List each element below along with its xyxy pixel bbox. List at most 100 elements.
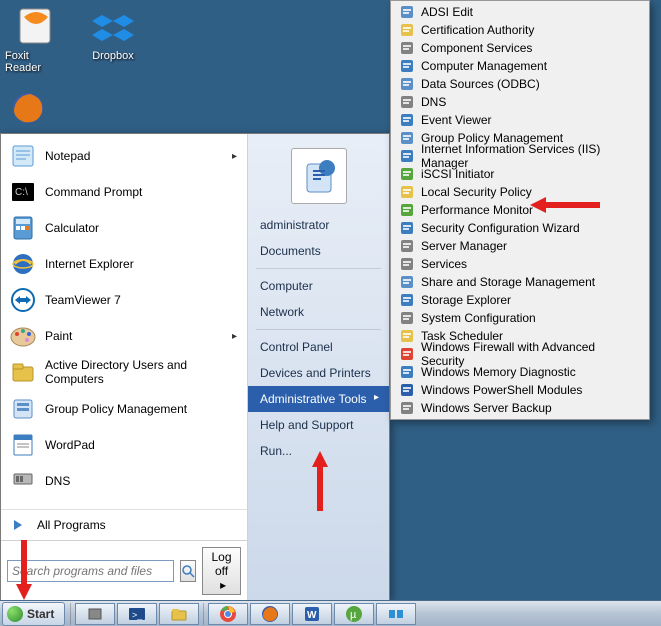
tool-icon bbox=[399, 130, 415, 146]
submenu-label: Windows Memory Diagnostic bbox=[421, 365, 576, 379]
program-label: WordPad bbox=[45, 438, 95, 452]
program-teamviewer[interactable]: TeamViewer 7 bbox=[3, 282, 245, 318]
submenu-item[interactable]: Data Sources (ODBC) bbox=[393, 75, 647, 93]
taskbar-item-utorrent[interactable]: µ bbox=[334, 603, 374, 625]
submenu-label: Computer Management bbox=[421, 59, 547, 73]
program-label: Calculator bbox=[45, 221, 99, 235]
search-icon bbox=[181, 564, 195, 578]
start-button[interactable]: Start bbox=[2, 602, 65, 626]
taskbar-item-chrome[interactable] bbox=[208, 603, 248, 625]
tool-icon bbox=[399, 4, 415, 20]
submenu-item[interactable]: DNS bbox=[393, 93, 647, 111]
right-item-network[interactable]: Network bbox=[248, 299, 389, 325]
dns-icon bbox=[9, 467, 37, 495]
submenu-item[interactable]: Share and Storage Management bbox=[393, 273, 647, 291]
submenu-item[interactable]: Internet Information Services (IIS) Mana… bbox=[393, 147, 647, 165]
submenu-item[interactable]: Storage Explorer bbox=[393, 291, 647, 309]
taskbar-item-explorer[interactable] bbox=[159, 603, 199, 625]
submenu-label: Windows Server Backup bbox=[421, 401, 552, 415]
right-item-documents[interactable]: Documents bbox=[248, 238, 389, 264]
submenu-item[interactable]: Local Security Policy bbox=[393, 183, 647, 201]
avatar-wrap bbox=[248, 134, 389, 212]
program-aduc[interactable]: Active Directory Users and Computers bbox=[3, 354, 245, 391]
program-label: DNS bbox=[45, 474, 70, 488]
separator bbox=[256, 268, 381, 269]
program-paint[interactable]: Paint ▸ bbox=[3, 318, 245, 354]
submenu-label: DNS bbox=[421, 95, 446, 109]
wordpad-icon bbox=[9, 431, 37, 459]
all-programs[interactable]: All Programs bbox=[1, 509, 247, 540]
submenu-item[interactable]: ADSI Edit bbox=[393, 3, 647, 21]
submenu-item[interactable]: Server Manager bbox=[393, 237, 647, 255]
submenu-item[interactable]: Windows Firewall with Advanced Security bbox=[393, 345, 647, 363]
right-item-computer[interactable]: Computer bbox=[248, 273, 389, 299]
taskbar-separator bbox=[203, 603, 204, 625]
tool-icon bbox=[399, 292, 415, 308]
tool-icon bbox=[399, 40, 415, 56]
word-icon: W bbox=[303, 605, 321, 623]
cmd-icon: C:\ bbox=[9, 178, 37, 206]
submenu-item[interactable]: Windows Server Backup bbox=[393, 399, 647, 417]
svg-text:>_: >_ bbox=[132, 610, 143, 620]
taskbar-item-server-manager[interactable] bbox=[75, 603, 115, 625]
program-dns[interactable]: DNS bbox=[3, 463, 245, 499]
tool-icon bbox=[399, 202, 415, 218]
right-item-help[interactable]: Help and Support bbox=[248, 412, 389, 438]
logoff-button[interactable]: Log off ▸ bbox=[202, 547, 241, 595]
submenu-label: Internet Information Services (IIS) Mana… bbox=[421, 142, 641, 170]
program-label: TeamViewer 7 bbox=[45, 293, 121, 307]
right-item-devices[interactable]: Devices and Printers bbox=[248, 360, 389, 386]
tool-icon bbox=[399, 76, 415, 92]
submenu-label: Server Manager bbox=[421, 239, 507, 253]
start-menu-left: Notepad ▸ C:\ Command Prompt Calculator … bbox=[1, 134, 248, 600]
start-label: Start bbox=[27, 607, 54, 621]
submenu-item[interactable]: Event Viewer bbox=[393, 111, 647, 129]
tool-icon bbox=[399, 310, 415, 326]
teamviewer-icon bbox=[9, 286, 37, 314]
aduc-icon bbox=[9, 358, 37, 386]
program-wordpad[interactable]: WordPad bbox=[3, 427, 245, 463]
submenu-item[interactable]: Certification Authority bbox=[393, 21, 647, 39]
submenu-item[interactable]: Performance Monitor bbox=[393, 201, 647, 219]
desktop-icon-dropbox[interactable]: Dropbox bbox=[83, 5, 143, 74]
submenu-arrow-icon: ▸ bbox=[232, 151, 237, 162]
separator bbox=[256, 329, 381, 330]
taskbar-item-word[interactable]: W bbox=[292, 603, 332, 625]
program-calculator[interactable]: Calculator bbox=[3, 210, 245, 246]
search-button[interactable] bbox=[180, 560, 196, 582]
submenu-item[interactable]: System Configuration bbox=[393, 309, 647, 327]
right-item-username[interactable]: administrator bbox=[248, 212, 389, 238]
firefox-icon[interactable] bbox=[10, 90, 50, 130]
tool-icon bbox=[399, 274, 415, 290]
user-avatar bbox=[291, 148, 347, 204]
taskbar-item-powershell[interactable]: >_ bbox=[117, 603, 157, 625]
dropbox-icon bbox=[92, 5, 134, 47]
search-input[interactable] bbox=[7, 560, 174, 582]
taskbar-item-monitor[interactable] bbox=[376, 603, 416, 625]
program-cmd[interactable]: C:\ Command Prompt bbox=[3, 174, 245, 210]
foxit-icon bbox=[14, 5, 56, 47]
program-label: Command Prompt bbox=[45, 185, 142, 199]
program-label: Notepad bbox=[45, 149, 90, 163]
submenu-label: Component Services bbox=[421, 41, 532, 55]
submenu-item[interactable]: Security Configuration Wizard bbox=[393, 219, 647, 237]
submenu-item[interactable]: Services bbox=[393, 255, 647, 273]
desktop-icon-foxit[interactable]: Foxit Reader bbox=[5, 5, 65, 74]
program-ie[interactable]: Internet Explorer bbox=[3, 246, 245, 282]
gpm-icon bbox=[9, 395, 37, 423]
submenu-label: Services bbox=[421, 257, 467, 271]
taskbar-item-firefox[interactable] bbox=[250, 603, 290, 625]
right-item-run[interactable]: Run... bbox=[248, 438, 389, 464]
submenu-item[interactable]: Component Services bbox=[393, 39, 647, 57]
right-item-control-panel[interactable]: Control Panel bbox=[248, 334, 389, 360]
submenu-label: Share and Storage Management bbox=[421, 275, 595, 289]
windows-orb-icon bbox=[7, 606, 23, 622]
submenu-item[interactable]: Computer Management bbox=[393, 57, 647, 75]
program-notepad[interactable]: Notepad ▸ bbox=[3, 138, 245, 174]
submenu-item[interactable]: Windows PowerShell Modules bbox=[393, 381, 647, 399]
ie-icon bbox=[9, 250, 37, 278]
program-gpm[interactable]: Group Policy Management bbox=[3, 391, 245, 427]
firefox-icon bbox=[261, 605, 279, 623]
taskbar-separator bbox=[70, 603, 71, 625]
right-item-admin-tools[interactable]: Administrative Tools bbox=[248, 386, 389, 412]
